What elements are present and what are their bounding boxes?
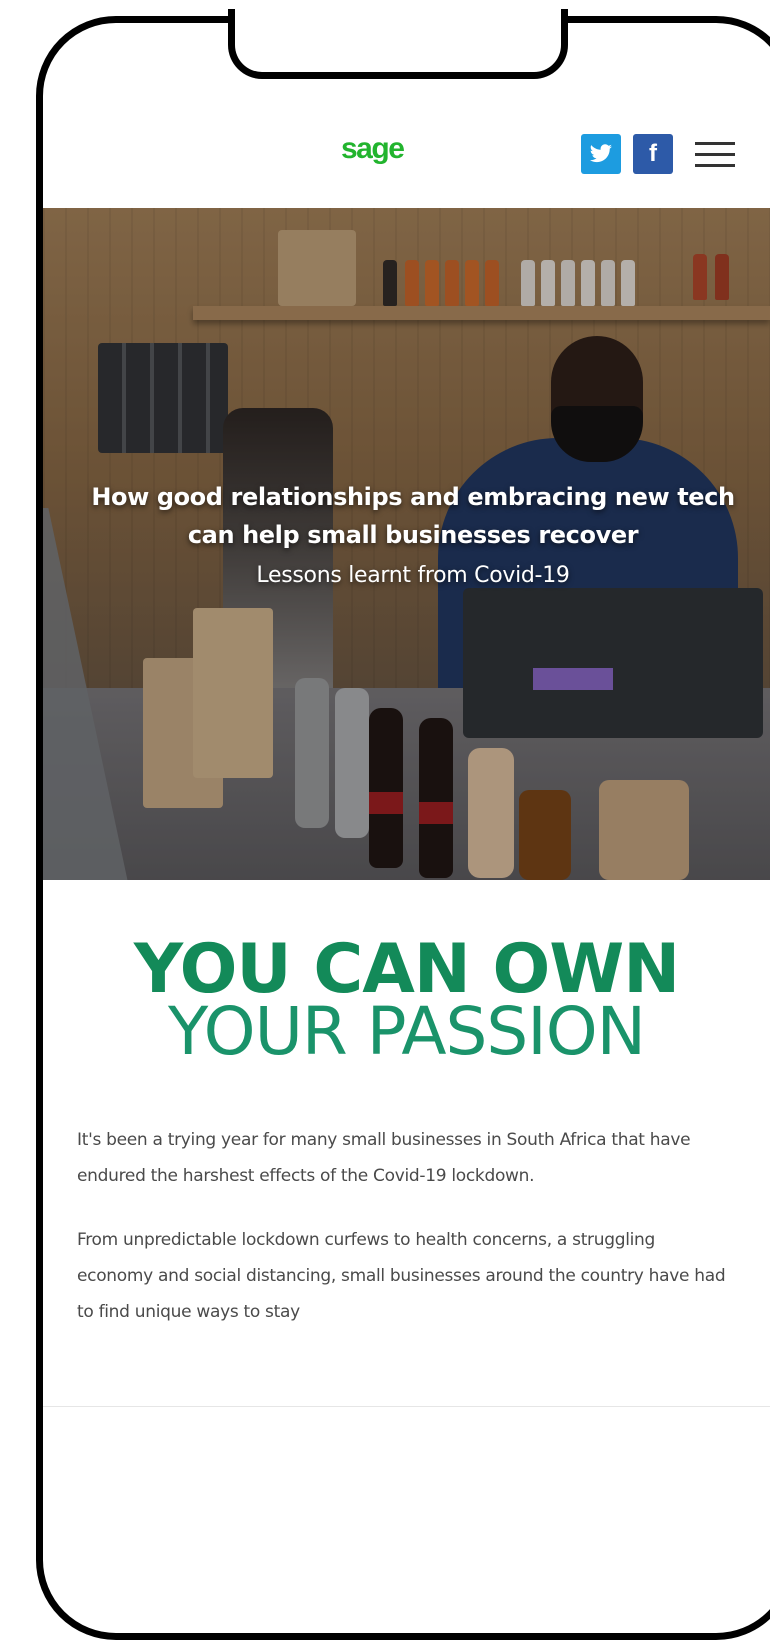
passion-heading: YOU CAN OWN YOUR PASSION [43,930,770,1070]
menu-bar-bottom [695,164,735,167]
hero-title: How good relationships and embracing new… [91,483,735,549]
page: sage f How good relationships and embrac… [0,0,770,1652]
hero-text: How good relationships and embracing new… [83,478,743,592]
headline-line-2: YOUR PASSION [167,993,646,1070]
menu-bar-top [695,142,735,145]
paragraph-1: It's been a trying year for many small b… [77,1130,691,1186]
twitter-icon [590,144,612,163]
article-body: It's been a trying year for many small b… [77,1122,733,1358]
notch-mask [235,12,561,24]
twitter-share-button[interactable] [581,134,621,174]
facebook-icon: f [649,140,657,167]
hamburger-menu-icon[interactable] [695,140,735,170]
phone-screen: sage f How good relationships and embrac… [43,110,770,1630]
paragraph-2: From unpredictable lockdown curfews to h… [77,1230,726,1322]
hero-subtitle: Lessons learnt from Covid-19 [256,563,570,588]
facebook-share-button[interactable]: f [633,134,673,174]
menu-bar-middle [695,153,735,156]
headline-line-1: YOU CAN OWN [133,930,680,1009]
site-header: sage f [43,110,770,208]
hero-banner[interactable]: How good relationships and embracing new… [43,208,770,880]
sage-logo[interactable]: sage [341,132,405,166]
content-divider [43,1406,770,1407]
